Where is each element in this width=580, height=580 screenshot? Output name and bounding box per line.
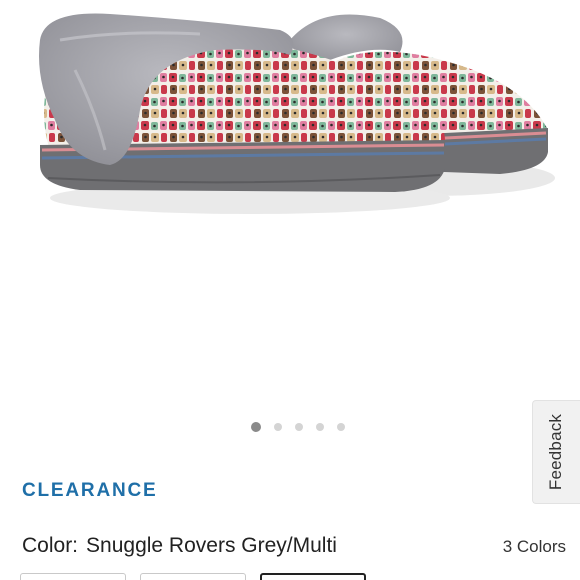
- color-swatch[interactable]: [20, 573, 126, 580]
- carousel-dot[interactable]: [251, 422, 261, 432]
- carousel-dot[interactable]: [295, 423, 303, 431]
- carousel-dot[interactable]: [274, 423, 282, 431]
- color-swatch[interactable]: [260, 573, 366, 580]
- color-label: Color:: [22, 534, 79, 557]
- color-swatches: [20, 573, 366, 580]
- color-row: Color: Snuggle Rovers Grey/Multi 3 Colors: [22, 534, 566, 558]
- slipper-illustration: [39, 13, 555, 214]
- color-swatch[interactable]: [140, 573, 246, 580]
- carousel-indicator[interactable]: [0, 420, 580, 434]
- colors-count: 3 Colors: [502, 537, 566, 556]
- feedback-tab[interactable]: Feedback: [532, 400, 580, 504]
- color-info: Color: Snuggle Rovers Grey/Multi: [22, 534, 337, 558]
- feedback-label: Feedback: [546, 413, 566, 491]
- carousel-dot[interactable]: [337, 423, 345, 431]
- product-image[interactable]: [0, 0, 580, 400]
- carousel-dot[interactable]: [316, 423, 324, 431]
- clearance-badge: CLEARANCE: [22, 480, 158, 501]
- product-page: Feedback CLEARANCE Color: Snuggle Rovers …: [0, 0, 580, 580]
- color-value: Snuggle Rovers Grey/Multi: [86, 534, 337, 557]
